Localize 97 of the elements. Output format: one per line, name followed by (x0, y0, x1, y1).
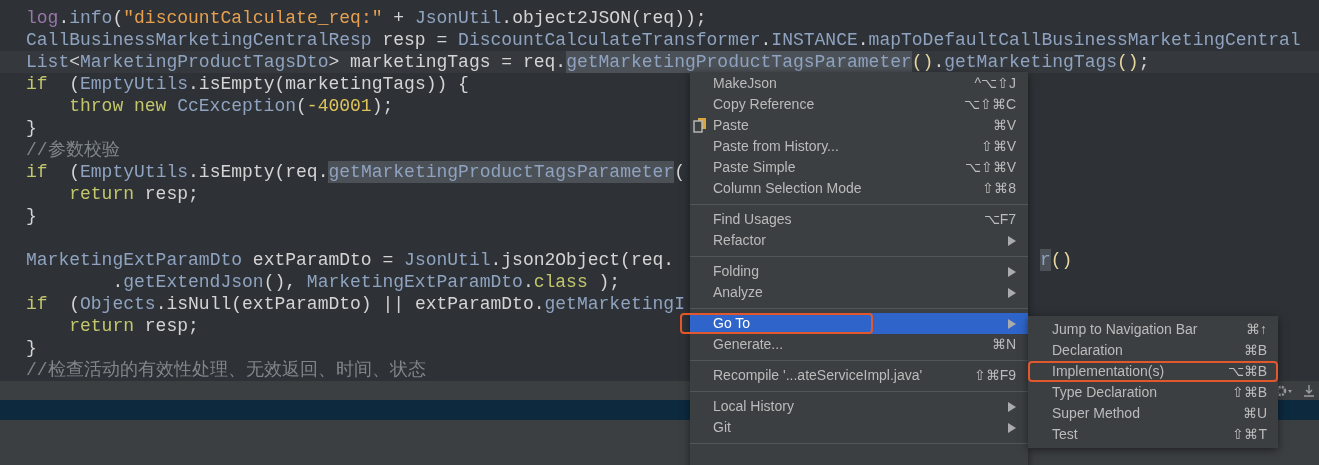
code-token: ( (68, 161, 80, 183)
menu-item[interactable]: Copy Reference ⌥⇧⌘C (690, 94, 1028, 115)
code-token: .isNull(extParamDto) || extParamDto. (155, 293, 545, 315)
code-token: .isEmpty(marketingTags)) { (188, 73, 469, 95)
code-token: INSTANCE (771, 29, 858, 51)
code-token: ; (1138, 51, 1150, 73)
submenu-item[interactable]: Declaration ⌘B (1028, 340, 1278, 361)
code-token: MarketingExtParamDto (306, 271, 523, 293)
code-token: info (69, 7, 113, 29)
code-token: r (1040, 249, 1051, 271)
code-token: EmptyUtils (80, 161, 189, 183)
download-icon[interactable] (1303, 384, 1315, 397)
menu-item[interactable]: Folding (690, 261, 1028, 282)
code-token: throw new (69, 95, 167, 117)
clipboard-icon (693, 117, 707, 133)
code-token: log (26, 7, 59, 29)
code-token: getMarketingI (544, 293, 685, 315)
menu-item[interactable]: Paste Simple ⌥⇧⌘V (690, 157, 1028, 178)
submenu-arrow-icon (1008, 266, 1016, 277)
menu-item[interactable]: Local History (690, 396, 1028, 417)
code-token: () (1050, 249, 1073, 271)
code-token: getMarketingTags (944, 51, 1118, 73)
code-token: "discountCalculate_req:" (123, 7, 383, 29)
code-token: resp = (381, 29, 449, 51)
code-token: -40001 (306, 95, 372, 117)
menu-item[interactable]: Column Selection Mode ⇧⌘8 (690, 178, 1028, 199)
code-token: . (58, 7, 70, 29)
code-token: //参数校验 (26, 139, 120, 161)
menu-item[interactable]: MakeJson ^⌥⇧J (690, 73, 1028, 94)
code-token: . (760, 29, 772, 51)
code-token: JsonUtil (404, 249, 491, 271)
code-token: return (69, 183, 134, 205)
code-token: class (533, 271, 588, 293)
code-token: if (26, 161, 48, 183)
submenu-item[interactable]: Jump to Navigation Bar ⌘↑ (1028, 319, 1278, 340)
code-token: EmptyUtils (80, 73, 189, 95)
submenu-item[interactable]: Implementation(s) ⌥⌘B (1028, 361, 1278, 382)
code-token: . (857, 29, 869, 51)
code-token: . (112, 271, 124, 293)
code-token: ( (674, 161, 685, 183)
code-token: () (1117, 51, 1139, 73)
code-token: . (522, 271, 534, 293)
menu-item[interactable]: Paste ⌘V (690, 115, 1028, 136)
menu-item[interactable]: Go To (680, 313, 1028, 334)
code-token: mapToDefaultCallBusinessMarketingCentral (868, 29, 1301, 51)
menu-item[interactable]: Generate... ⌘N (690, 334, 1028, 355)
submenu-arrow-icon (1008, 235, 1016, 246)
code-token: getMarketingProductTagsParameter (328, 161, 675, 183)
code-token: .json2Object(req. (490, 249, 675, 271)
gear-icon[interactable] (1275, 384, 1293, 397)
submenu-item[interactable]: Type Declaration ⇧⌘B (1028, 382, 1278, 403)
menu-item[interactable]: Find Usages ⌥F7 (690, 209, 1028, 230)
code-token: CcException (177, 95, 297, 117)
menu-item[interactable]: Recompile '...ateServiceImpl.java' ⇧⌘F9 (690, 365, 1028, 386)
code-token: extParamDto = (251, 249, 395, 271)
code-token: . (933, 51, 945, 73)
submenu-arrow-icon (1008, 318, 1016, 329)
code-token: getMarketingProductTagsParameter (566, 51, 912, 73)
menu-item[interactable]: Paste from History... ⇧⌘V (690, 136, 1028, 157)
code-token: return (69, 315, 134, 337)
code-token: ( (68, 293, 80, 315)
code-token: Objects (80, 293, 156, 315)
code-token: if (26, 73, 48, 95)
code-token: > marketingTags = req. (328, 51, 567, 73)
code-token: ( (112, 7, 124, 29)
code-token: } (26, 337, 37, 359)
code-token: .object2JSON(req)); (501, 7, 707, 29)
code-token: CallBusinessMarketingCentralResp (26, 29, 372, 51)
code-token: if (26, 293, 48, 315)
submenu-arrow-icon (1008, 422, 1016, 433)
submenu-arrow-icon (1008, 401, 1016, 412)
code-token: < (69, 51, 81, 73)
code-token: ( (296, 95, 307, 117)
code-token: + (392, 7, 406, 29)
submenu-item[interactable]: Super Method ⌘U (1028, 403, 1278, 424)
submenu-item[interactable]: Test ⇧⌘T (1028, 424, 1278, 445)
menu-item[interactable]: Refactor (690, 230, 1028, 251)
code-token: ); (371, 95, 394, 117)
code-token: resp; (144, 183, 199, 205)
code-token: getExtendJson (123, 271, 264, 293)
code-token: ( (68, 73, 80, 95)
code-token: DiscountCalculateTransformer (458, 29, 761, 51)
code-token: ); (598, 271, 621, 293)
menu-item[interactable]: Git (690, 417, 1028, 438)
code-token: () (911, 51, 934, 73)
code-token: JsonUtil (414, 7, 502, 29)
code-token: .isEmpty(req. (188, 161, 329, 183)
code-token: resp; (144, 315, 199, 337)
code-token: (), (263, 271, 298, 293)
code-token: } (26, 117, 37, 139)
code-token: MarketingExtParamDto (26, 249, 243, 271)
code-token: MarketingProductTagsDto (80, 51, 329, 73)
code-token: } (26, 205, 37, 227)
menu-item[interactable]: Analyze (690, 282, 1028, 303)
submenu-arrow-icon (1008, 287, 1016, 298)
code-token: //检查活动的有效性处理、无效返回、时间、状态 (26, 359, 426, 381)
code-token: List (26, 51, 70, 73)
